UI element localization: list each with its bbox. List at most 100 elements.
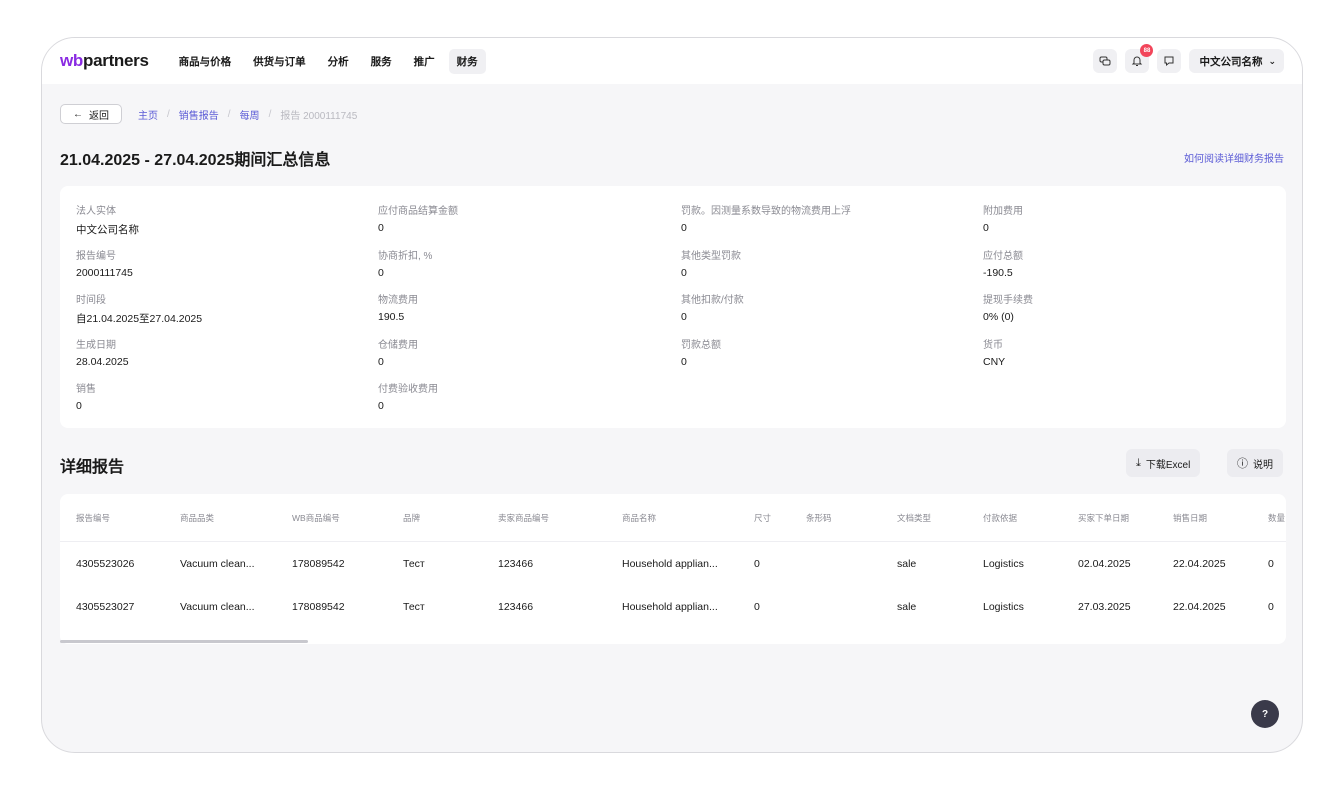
nav-promotion[interactable]: 推广 xyxy=(406,49,443,74)
nav-products-prices[interactable]: 商品与价格 xyxy=(171,49,240,74)
feedback-icon[interactable] xyxy=(1157,49,1182,73)
breadcrumb-separator: / xyxy=(268,108,272,120)
cell-size: 0 xyxy=(754,558,760,570)
breadcrumb-home[interactable]: 主页 xyxy=(138,107,158,122)
breadcrumb-separator: / xyxy=(227,108,231,120)
column-header-report-number[interactable]: 报告编号 xyxy=(76,512,110,524)
how-to-read-report-link[interactable]: 如何阅读详细财务报告 xyxy=(1184,150,1284,165)
cell-category: Vacuum clean... xyxy=(180,558,255,570)
cell-payment-basis: Logistics xyxy=(983,601,1024,613)
field-label: 其他扣款/付款 xyxy=(681,295,744,306)
field-label: 应付总额 xyxy=(983,250,1023,262)
field-value: CNY xyxy=(983,355,1006,368)
top-navigation-bar: wbpartners 商品与价格 供货与订单 分析 服务 推广 财务 88 中文… xyxy=(42,38,1302,84)
summary-field: 销售 0 xyxy=(76,380,202,425)
cell-product-name: Household applian... xyxy=(622,558,718,570)
field-label: 货币 xyxy=(983,339,1003,351)
cell-wb-sku: 178089542 xyxy=(292,601,345,613)
cell-payment-basis: Logistics xyxy=(983,558,1024,570)
chat-bubbles-icon xyxy=(1099,56,1111,66)
summary-field: 报告编号 2000111745 xyxy=(76,247,202,292)
notification-badge: 88 xyxy=(1140,44,1154,57)
summary-field: 付费验收费用 0 xyxy=(378,380,458,425)
back-button[interactable]: ← 返回 xyxy=(60,104,122,124)
table-row[interactable]: 4305523026 Vacuum clean... 178089542 Тес… xyxy=(60,544,1286,588)
summary-field: 应付总额 -190.5 xyxy=(983,247,1033,292)
field-value: 0 xyxy=(76,400,82,412)
field-value: 28.04.2025 xyxy=(76,355,129,368)
cell-category: Vacuum clean... xyxy=(180,601,255,613)
summary-field: 罚款。因测量系数导致的物流费用上浮 0 xyxy=(681,202,851,247)
nav-supplies-orders[interactable]: 供货与订单 xyxy=(245,49,314,74)
summary-field: 协商折扣, % 0 xyxy=(378,247,458,292)
help-button[interactable]: ? xyxy=(1251,700,1279,728)
column-header-payment-basis[interactable]: 付款依据 xyxy=(983,512,1017,524)
field-value: 0% (0) xyxy=(983,311,1014,323)
cell-quantity: 0 xyxy=(1268,601,1274,613)
column-header-document-type[interactable]: 文档类型 xyxy=(897,512,931,524)
field-label: 协商折扣, % xyxy=(378,250,433,262)
column-header-order-date[interactable]: 买家下单日期 xyxy=(1078,512,1129,524)
chat-icon[interactable] xyxy=(1093,49,1118,73)
summary-column-4: 附加费用 0 应付总额 -190.5 提现手续费 0% (0) 货币 CNY xyxy=(983,202,1033,380)
field-value: 0 xyxy=(681,222,687,234)
column-header-seller-sku[interactable]: 卖家商品编号 xyxy=(498,512,549,524)
chevron-down-icon: ⌄ xyxy=(1268,55,1276,66)
breadcrumb-sales-reports[interactable]: 销售报告 xyxy=(179,107,219,122)
summary-field: 生成日期 28.04.2025 xyxy=(76,336,202,381)
summary-column-2: 应付商品结算金额 0 协商折扣, % 0 物流费用 190.5 仓储费用 0 付费验收费… xyxy=(378,202,458,425)
company-selector[interactable]: 中文公司名称 ⌄ xyxy=(1189,49,1284,73)
cell-sale-date: 22.04.2025 xyxy=(1173,558,1226,570)
company-name: 中文公司名称 xyxy=(1199,55,1263,68)
cell-quantity: 0 xyxy=(1268,558,1274,570)
download-excel-button[interactable]: ⤓ 下载Excel xyxy=(1126,449,1201,477)
summary-field: 附加费用 0 xyxy=(983,202,1033,247)
summary-field: 其他类型罚款 0 xyxy=(681,247,851,292)
cell-seller-sku: 123466 xyxy=(498,601,534,613)
table-row[interactable]: 4305523027 Vacuum clean... 178089542 Тес… xyxy=(60,587,1286,631)
column-header-brand[interactable]: 品牌 xyxy=(403,512,420,524)
summary-field: 其他扣款/付款 0 xyxy=(681,291,851,336)
nav-finance[interactable]: 财务 xyxy=(448,48,486,74)
cell-wb-sku: 178089542 xyxy=(292,558,345,570)
page-title: 21.04.2025 - 27.04.2025期间汇总信息 xyxy=(60,152,331,169)
column-header-wb-sku[interactable]: WB商品编号 xyxy=(292,512,340,524)
field-label: 罚款总额 xyxy=(681,339,721,351)
cell-sale-date: 22.04.2025 xyxy=(1173,601,1226,613)
cell-document-type: sale xyxy=(897,601,917,613)
column-header-sale-date[interactable]: 销售日期 xyxy=(1173,512,1207,524)
breadcrumb-weekly[interactable]: 每周 xyxy=(240,107,260,122)
summary-field: 物流费用 190.5 xyxy=(378,291,458,336)
field-value: 190.5 xyxy=(378,311,405,323)
field-label: 报告编号 xyxy=(76,250,116,262)
field-label: 销售 xyxy=(76,384,96,395)
nav-analytics[interactable]: 分析 xyxy=(320,49,357,74)
summary-column-3: 罚款。因测量系数导致的物流费用上浮 0 其他类型罚款 0 其他扣款/付款 0 罚款总额… xyxy=(681,202,851,380)
column-header-quantity[interactable]: 数量 xyxy=(1268,512,1285,524)
top-right-actions: 88 中文公司名称 ⌄ xyxy=(1085,44,1284,73)
explanation-button[interactable]: ⓘ 说明 xyxy=(1227,449,1283,477)
cell-report-number: 4305523026 xyxy=(76,558,135,570)
nav-services[interactable]: 服务 xyxy=(363,49,400,74)
cell-order-date: 02.04.2025 xyxy=(1078,558,1131,570)
field-label: 生成日期 xyxy=(76,339,116,351)
wbpartners-logo[interactable]: wbpartners xyxy=(60,51,149,71)
message-icon xyxy=(1164,56,1174,67)
column-header-size[interactable]: 尺寸 xyxy=(754,512,771,524)
cell-report-number: 4305523027 xyxy=(76,601,135,613)
column-header-product-name[interactable]: 商品名称 xyxy=(622,512,656,524)
column-header-category[interactable]: 商品品类 xyxy=(180,512,214,524)
field-value: 0 xyxy=(983,222,989,234)
cell-seller-sku: 123466 xyxy=(498,558,534,570)
field-value: 2000111745 xyxy=(76,266,133,279)
notifications-bell-icon[interactable]: 88 xyxy=(1125,44,1154,73)
table-horizontal-scrollbar[interactable] xyxy=(60,640,308,643)
summary-card: 法人实体 中文公司名称 报告编号 2000111745 时间段 自21.04.2025… xyxy=(60,186,1286,428)
breadcrumb: ← 返回 主页 / 销售报告 / 每周 / 报告 2000111745 xyxy=(60,104,357,124)
field-label: 时间段 xyxy=(76,295,106,306)
column-header-barcode[interactable]: 条形码 xyxy=(806,512,832,524)
breadcrumb-separator: / xyxy=(167,108,170,120)
field-label: 其他类型罚款 xyxy=(681,250,741,262)
table-header: 报告编号 商品品类 WB商品编号 品牌 卖家商品编号 商品名称 尺寸 条形码 文… xyxy=(60,494,1286,542)
summary-column-1: 法人实体 中文公司名称 报告编号 2000111745 时间段 自21.04.2025… xyxy=(76,202,202,425)
